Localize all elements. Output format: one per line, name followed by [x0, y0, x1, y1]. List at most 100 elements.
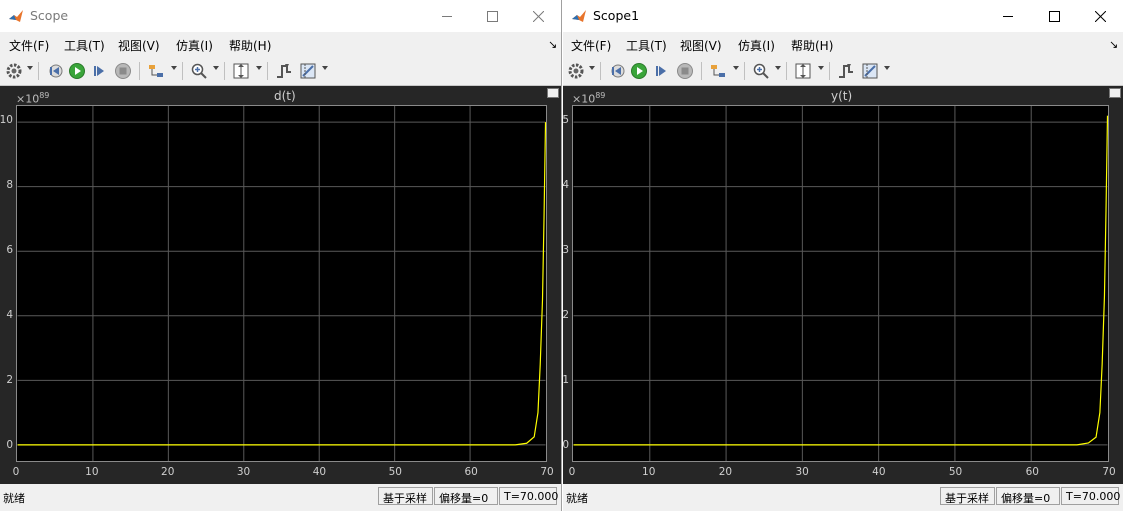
- maximize-icon: [1048, 10, 1060, 22]
- zoom-dropdown-arrow-icon[interactable]: [775, 66, 781, 70]
- step-back-icon[interactable]: [608, 62, 626, 80]
- menu-tools[interactable]: 工具(T): [64, 37, 105, 54]
- step-back-icon[interactable]: [46, 62, 64, 80]
- menu-help[interactable]: 帮助(H): [229, 37, 271, 54]
- zoom-dropdown-arrow-icon[interactable]: [213, 66, 219, 70]
- x-tick-label: 10: [85, 466, 99, 478]
- scope-axes[interactable]: [16, 105, 547, 462]
- y-tick-label: 4: [562, 179, 569, 192]
- menu-view[interactable]: 视图(V): [118, 37, 160, 54]
- x-tick-label: 10: [642, 466, 656, 478]
- menu-simulation[interactable]: 仿真(I): [176, 37, 213, 54]
- time-status: T=70.000: [1061, 487, 1120, 505]
- menu-file[interactable]: 文件(F): [571, 37, 611, 54]
- toolbar-separator: [139, 62, 140, 80]
- signal-trace: [17, 122, 546, 446]
- settings-dropdown-arrow-icon[interactable]: [589, 66, 595, 70]
- toolbar: [563, 57, 1123, 86]
- plot-title: y(t): [831, 89, 853, 103]
- cursor-measurements-icon[interactable]: [299, 62, 317, 80]
- y-exponent-label: ×1089: [572, 91, 606, 106]
- y-tick-label: 6: [6, 244, 13, 257]
- maximize-button[interactable]: [469, 0, 515, 32]
- close-icon: [1094, 10, 1106, 22]
- toolbar-separator: [786, 62, 787, 80]
- triggers-icon[interactable]: [275, 62, 293, 80]
- zoom-in-icon[interactable]: [752, 62, 770, 80]
- menu-tools[interactable]: 工具(T): [626, 37, 667, 54]
- sample-mode-status: 基于采样: [378, 487, 433, 505]
- menu-file[interactable]: 文件(F): [9, 37, 49, 54]
- title-bar[interactable]: Scope: [0, 0, 561, 32]
- y-tick-label: 2: [562, 308, 569, 321]
- run-icon[interactable]: [630, 62, 648, 80]
- y-tick-label: 0: [562, 438, 569, 451]
- toolbar-separator: [744, 62, 745, 80]
- title-bar[interactable]: Scope1: [563, 0, 1123, 32]
- y-tick-label: 0: [6, 438, 13, 451]
- scope-axes[interactable]: [572, 105, 1109, 462]
- settings-gear-icon[interactable]: [5, 62, 23, 80]
- scale-dropdown-arrow-icon[interactable]: [818, 66, 824, 70]
- matlab-logo-icon: [572, 10, 586, 22]
- settings-gear-icon[interactable]: [567, 62, 585, 80]
- y-tick-label: 5: [562, 114, 569, 127]
- x-tick-label: 50: [388, 466, 402, 478]
- stop-icon[interactable]: [676, 62, 694, 80]
- close-button[interactable]: [515, 0, 561, 32]
- menu-bar: 文件(F) 工具(T) 视图(V) 仿真(I) 帮助(H) ↘: [0, 32, 561, 56]
- x-tick-label: 30: [236, 466, 251, 478]
- signal-trace: [573, 115, 1108, 446]
- step-forward-icon[interactable]: [653, 62, 671, 80]
- highlight-dropdown-arrow-icon[interactable]: [733, 66, 739, 70]
- offset-status: 偏移量=0: [434, 487, 498, 505]
- menu-simulation[interactable]: 仿真(I): [738, 37, 775, 54]
- minimize-button[interactable]: [985, 0, 1031, 32]
- maximize-button[interactable]: [1031, 0, 1077, 32]
- menu-collapse-icon[interactable]: ↘: [1109, 38, 1118, 51]
- matlab-logo-icon: [9, 10, 23, 22]
- y-tick-label: 10: [0, 114, 13, 127]
- run-icon[interactable]: [68, 62, 86, 80]
- stop-icon[interactable]: [114, 62, 132, 80]
- menu-view[interactable]: 视图(V): [680, 37, 722, 54]
- toolbar-separator: [182, 62, 183, 80]
- measurements-dropdown-arrow-icon[interactable]: [884, 66, 890, 70]
- close-button[interactable]: [1077, 0, 1123, 32]
- time-status: T=70.000: [499, 487, 558, 505]
- maximize-icon: [486, 10, 498, 22]
- status-ready-text: 就绪: [3, 492, 25, 505]
- x-tick-label: 60: [1025, 466, 1039, 478]
- scope-window: Scope 文件(F) 工具(T) 视图(V) 仿真(I) 帮助(H) ↘ ×1…: [0, 0, 562, 511]
- minimize-button[interactable]: [424, 0, 470, 32]
- undock-button[interactable]: [1109, 88, 1121, 98]
- measurements-dropdown-arrow-icon[interactable]: [322, 66, 328, 70]
- step-forward-icon[interactable]: [91, 62, 109, 80]
- x-tick-label: 0: [568, 466, 576, 478]
- toolbar-separator: [829, 62, 830, 80]
- window-title: Scope: [30, 8, 69, 23]
- highlight-dropdown-arrow-icon[interactable]: [171, 66, 177, 70]
- x-tick-label: 70: [540, 466, 554, 478]
- menu-collapse-icon[interactable]: ↘: [548, 38, 557, 51]
- status-bar: 就绪 基于采样 偏移量=0 T=70.000: [563, 484, 1123, 511]
- scale-axes-icon[interactable]: [232, 62, 250, 80]
- highlight-block-icon[interactable]: [709, 62, 727, 80]
- undock-button[interactable]: [547, 88, 559, 98]
- highlight-block-icon[interactable]: [147, 62, 165, 80]
- status-bar: 就绪 基于采样 偏移量=0 T=70.000: [0, 484, 561, 511]
- cursor-measurements-icon[interactable]: [861, 62, 879, 80]
- plot-title: d(t): [274, 89, 296, 103]
- y-tick-label: 1: [562, 373, 569, 386]
- menu-help[interactable]: 帮助(H): [791, 37, 833, 54]
- y-tick-label: 3: [562, 244, 569, 257]
- scale-dropdown-arrow-icon[interactable]: [256, 66, 262, 70]
- status-ready-text: 就绪: [566, 492, 588, 505]
- zoom-in-icon[interactable]: [190, 62, 208, 80]
- triggers-icon[interactable]: [837, 62, 855, 80]
- window-title: Scope1: [593, 8, 640, 23]
- x-tick-label: 70: [1102, 466, 1116, 478]
- y-tick-label: 2: [6, 373, 13, 386]
- scale-axes-icon[interactable]: [794, 62, 812, 80]
- settings-dropdown-arrow-icon[interactable]: [27, 66, 33, 70]
